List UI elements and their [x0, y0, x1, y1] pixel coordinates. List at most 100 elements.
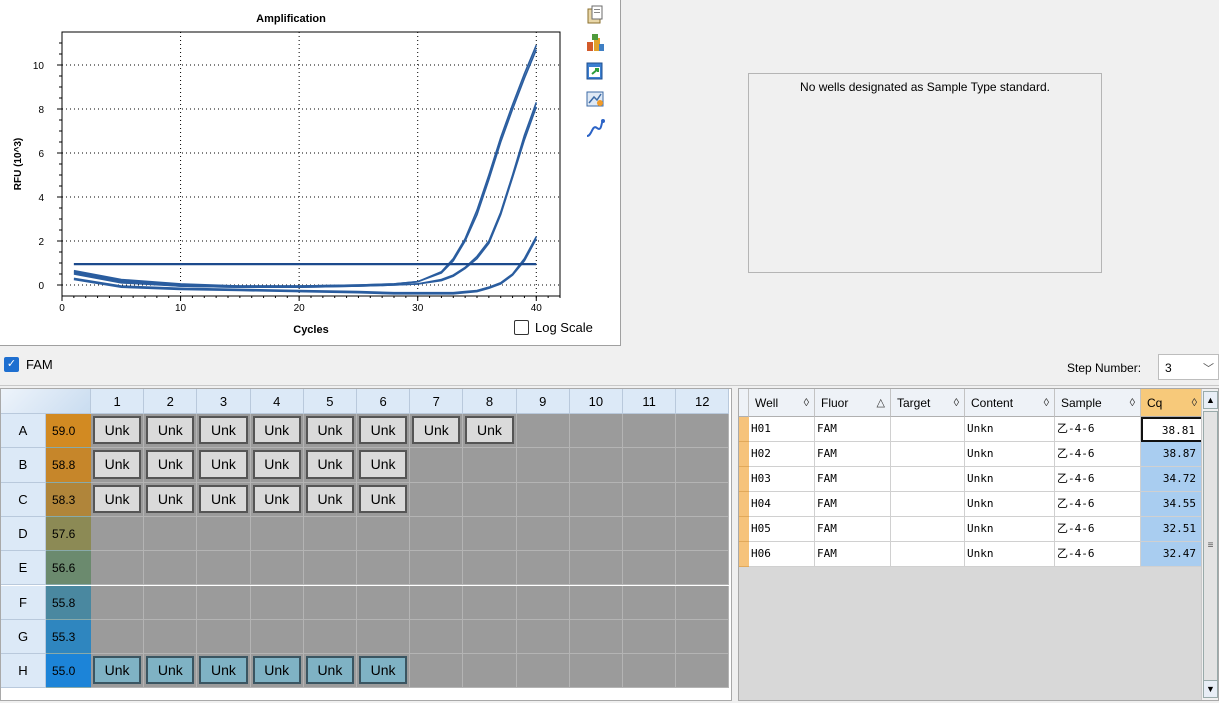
plate-well[interactable]: [676, 585, 730, 620]
plate-well[interactable]: [623, 619, 677, 655]
well-content[interactable]: Unk: [412, 416, 461, 445]
plate-well[interactable]: [144, 619, 198, 655]
well-content[interactable]: Unk: [305, 450, 354, 479]
plate-well[interactable]: Unk: [144, 654, 198, 689]
plate-well[interactable]: [197, 551, 251, 586]
plate-well[interactable]: [463, 619, 517, 655]
plate-well[interactable]: [569, 414, 623, 449]
chevron-down-icon[interactable]: ﹀: [1203, 360, 1214, 376]
plate-well[interactable]: [303, 551, 357, 586]
plate-row-header[interactable]: F: [1, 585, 46, 620]
plate-well[interactable]: [250, 516, 304, 552]
well-content[interactable]: Unk: [359, 484, 408, 513]
plate-well[interactable]: [516, 482, 570, 517]
cell-fluor[interactable]: FAM: [815, 492, 891, 517]
sort-icon[interactable]: △: [877, 389, 885, 417]
well-content[interactable]: Unk: [359, 656, 408, 685]
row-marker[interactable]: [739, 467, 749, 492]
plate-well[interactable]: Unk: [144, 482, 198, 517]
plate-col-header[interactable]: 12: [676, 389, 730, 414]
scroll-thumb[interactable]: ≡: [1203, 411, 1218, 683]
log-scale-toggle[interactable]: Log Scale: [514, 320, 593, 335]
sort-icon[interactable]: ◊: [804, 389, 809, 417]
plate-well[interactable]: [676, 619, 730, 655]
plate-well[interactable]: [516, 654, 570, 689]
plate-well[interactable]: Unk: [357, 654, 411, 689]
chart-settings-icon[interactable]: [584, 88, 606, 110]
plate-well[interactable]: [569, 654, 623, 689]
plate-well[interactable]: [410, 585, 464, 620]
plate-well[interactable]: Unk: [357, 448, 411, 483]
plate-col-header[interactable]: 9: [516, 389, 570, 414]
well-content[interactable]: Unk: [199, 416, 248, 445]
plate-well[interactable]: Unk: [197, 654, 251, 689]
scroll-up-icon[interactable]: ▲: [1203, 391, 1218, 409]
plate-well[interactable]: Unk: [250, 482, 304, 517]
plate-row-header[interactable]: A: [1, 414, 46, 449]
cell-fluor[interactable]: FAM: [815, 417, 891, 442]
plate-well[interactable]: Unk: [303, 482, 357, 517]
cell-content[interactable]: Unkn: [965, 467, 1055, 492]
cell-target[interactable]: [891, 542, 965, 567]
plate-well[interactable]: [197, 585, 251, 620]
plate-well[interactable]: Unk: [357, 482, 411, 517]
plate-well[interactable]: [410, 619, 464, 655]
well-content[interactable]: Unk: [252, 450, 301, 479]
plate-well[interactable]: [676, 551, 730, 586]
plate-well[interactable]: Unk: [357, 414, 411, 449]
plate-well[interactable]: [91, 619, 145, 655]
sort-icon[interactable]: ◊: [1044, 389, 1049, 417]
plate-well[interactable]: [410, 551, 464, 586]
cell-target[interactable]: [891, 517, 965, 542]
plate-well[interactable]: Unk: [197, 448, 251, 483]
plate-well[interactable]: [463, 516, 517, 552]
well-content[interactable]: Unk: [252, 484, 301, 513]
plate-well[interactable]: [516, 551, 570, 586]
cell-content[interactable]: Unkn: [965, 517, 1055, 542]
well-content[interactable]: Unk: [146, 416, 195, 445]
cell-target[interactable]: [891, 467, 965, 492]
plate-well[interactable]: [357, 585, 411, 620]
plate-well[interactable]: [623, 516, 677, 552]
plate-well[interactable]: [623, 482, 677, 517]
plate-well[interactable]: [197, 619, 251, 655]
scroll-down-icon[interactable]: ▼: [1203, 680, 1218, 698]
row-marker[interactable]: [739, 417, 749, 442]
curve-icon[interactable]: [584, 118, 606, 140]
well-content[interactable]: Unk: [93, 416, 142, 445]
well-content[interactable]: Unk: [146, 484, 195, 513]
plate-well[interactable]: Unk: [303, 448, 357, 483]
plate-well[interactable]: Unk: [250, 654, 304, 689]
plate-well[interactable]: [516, 619, 570, 655]
col-header-sample[interactable]: Sample ◊: [1055, 389, 1141, 417]
plate-well[interactable]: [569, 482, 623, 517]
plate-col-header[interactable]: 6: [357, 389, 411, 414]
well-content[interactable]: Unk: [199, 484, 248, 513]
plate-well[interactable]: [676, 654, 730, 689]
well-content[interactable]: Unk: [252, 656, 301, 685]
cell-well[interactable]: H02: [749, 442, 815, 467]
cell-fluor[interactable]: FAM: [815, 467, 891, 492]
well-content[interactable]: Unk: [199, 656, 248, 685]
plate-col-header[interactable]: 8: [463, 389, 517, 414]
amplification-chart[interactable]: 0 10 20 30 40 0 2 4 6 8 10 Amplification Cycles RFU (…: [0, 0, 620, 346]
results-scrollbar[interactable]: ▲ ≡ ▼: [1201, 389, 1218, 700]
plate-well[interactable]: [516, 414, 570, 449]
plate-well[interactable]: Unk: [91, 414, 145, 449]
plate-well[interactable]: [623, 585, 677, 620]
plate-well[interactable]: [303, 619, 357, 655]
well-content[interactable]: Unk: [305, 484, 354, 513]
cell-cq[interactable]: 32.51: [1141, 517, 1203, 542]
cell-content[interactable]: Unkn: [965, 542, 1055, 567]
well-content[interactable]: Unk: [93, 450, 142, 479]
plate-well[interactable]: [91, 551, 145, 586]
well-content[interactable]: Unk: [146, 450, 195, 479]
plate-well[interactable]: [516, 448, 570, 483]
plate-well[interactable]: Unk: [91, 654, 145, 689]
row-marker[interactable]: [739, 442, 749, 467]
plate-well[interactable]: [623, 448, 677, 483]
cell-sample[interactable]: 乙-4-6: [1055, 467, 1141, 492]
plate-well[interactable]: [250, 619, 304, 655]
cell-well[interactable]: H03: [749, 467, 815, 492]
cell-well[interactable]: H06: [749, 542, 815, 567]
